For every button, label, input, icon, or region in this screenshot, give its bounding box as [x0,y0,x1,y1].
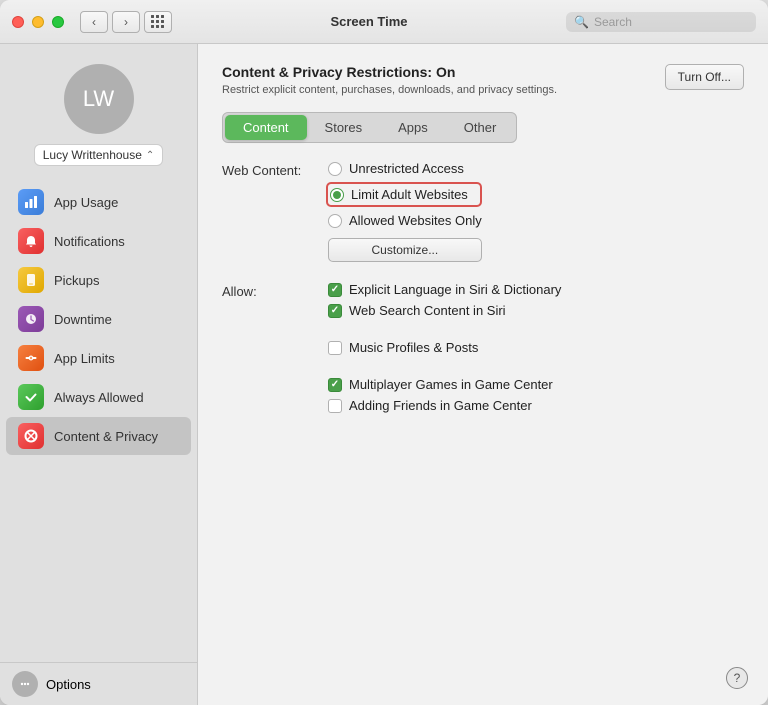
sidebar-item-downtime[interactable]: Downtime [6,300,191,338]
radio-circle-limit-adult [330,188,344,202]
checkbox-music-profiles-box [328,341,342,355]
forward-button[interactable]: › [112,11,140,33]
traffic-lights [12,16,64,28]
radio-group: Unrestricted Access Limit Adult Websites… [328,161,482,262]
search-input[interactable] [594,15,734,29]
restrictions-description: Restrict explicit content, purchases, do… [222,84,557,96]
always-allowed-icon [18,384,44,410]
checkbox-multiplayer-games[interactable]: Multiplayer Games in Game Center [328,377,561,392]
content-header-left: Content & Privacy Restrictions: On Restr… [222,64,557,96]
radio-label-unrestricted: Unrestricted Access [349,161,464,176]
checkbox-music-profiles-label: Music Profiles & Posts [349,340,478,355]
app-usage-icon [18,189,44,215]
radio-limit-adult[interactable]: Limit Adult Websites [326,182,482,207]
checkbox-adding-friends-box [328,399,342,413]
titlebar: ‹ › Screen Time 🔍 [0,0,768,44]
checkbox-web-search[interactable]: Web Search Content in Siri [328,303,561,318]
main-window: ‹ › Screen Time 🔍 LW Lucy Writtenhouse ⌃ [0,0,768,705]
tabs-row: Content Stores Apps Other [222,112,517,143]
notifications-icon [18,228,44,254]
checkbox-music-profiles[interactable]: Music Profiles & Posts [328,340,561,355]
sidebar-nav: App Usage Notifications [0,178,197,662]
sidebar-item-label: Pickups [54,273,100,288]
search-icon: 🔍 [574,15,589,29]
tab-other[interactable]: Other [446,115,515,140]
search-bar[interactable]: 🔍 [566,12,756,32]
grid-icon [151,15,165,29]
sidebar-item-label: Always Allowed [54,390,144,405]
chevron-down-icon: ⌃ [146,150,154,161]
options-label: Options [46,677,91,692]
app-limits-icon [18,345,44,371]
checkbox-multiplayer-games-label: Multiplayer Games in Game Center [349,377,553,392]
radio-label-limit-adult: Limit Adult Websites [351,187,468,202]
help-button[interactable]: ? [726,667,748,689]
sidebar-item-label: Content & Privacy [54,429,158,444]
radio-allowed-only[interactable]: Allowed Websites Only [328,213,482,228]
checkbox-multiplayer-games-box [328,378,342,392]
tab-apps[interactable]: Apps [380,115,446,140]
user-section: LW Lucy Writtenhouse ⌃ [0,44,197,178]
sidebar-item-label: App Limits [54,351,115,366]
allow-label: Allow: [222,282,312,413]
web-content-label: Web Content: [222,161,312,262]
turn-off-button[interactable]: Turn Off... [665,64,744,90]
checkbox-explicit-language[interactable]: Explicit Language in Siri & Dictionary [328,282,561,297]
radio-circle-allowed-only [328,214,342,228]
checkbox-web-search-label: Web Search Content in Siri [349,303,506,318]
checkbox-adding-friends-label: Adding Friends in Game Center [349,398,532,413]
sidebar-item-label: Downtime [54,312,112,327]
user-selector[interactable]: Lucy Writtenhouse ⌃ [34,144,164,166]
checkbox-explicit-language-label: Explicit Language in Siri & Dictionary [349,282,561,297]
restrictions-title: Content & Privacy Restrictions: On [222,64,557,80]
window-title: Screen Time [172,14,566,29]
downtime-icon [18,306,44,332]
options-icon [12,671,38,697]
sidebar-item-content-privacy[interactable]: Content & Privacy [6,417,191,455]
sidebar-item-app-limits[interactable]: App Limits [6,339,191,377]
back-button[interactable]: ‹ [80,11,108,33]
sidebar-item-always-allowed[interactable]: Always Allowed [6,378,191,416]
sidebar-item-app-usage[interactable]: App Usage [6,183,191,221]
allow-section: Allow: Explicit Language in Siri & Dicti… [222,282,744,413]
content-privacy-icon [18,423,44,449]
nav-buttons: ‹ › [80,11,140,33]
allow-options: Explicit Language in Siri & Dictionary W… [328,282,561,413]
sidebar-item-notifications[interactable]: Notifications [6,222,191,260]
sidebar: LW Lucy Writtenhouse ⌃ Ap [0,44,198,705]
checkbox-web-search-box [328,304,342,318]
tab-stores[interactable]: Stores [307,115,381,140]
grid-button[interactable] [144,11,172,33]
avatar: LW [64,64,134,134]
radio-unrestricted[interactable]: Unrestricted Access [328,161,482,176]
web-content-section: Web Content: Unrestricted Access Limit A… [222,161,744,262]
main-layout: LW Lucy Writtenhouse ⌃ Ap [0,44,768,705]
content-header: Content & Privacy Restrictions: On Restr… [222,64,744,96]
sidebar-item-label: Notifications [54,234,125,249]
checkbox-explicit-language-box [328,283,342,297]
checkbox-adding-friends[interactable]: Adding Friends in Game Center [328,398,561,413]
sidebar-options[interactable]: Options [0,662,197,705]
maximize-button[interactable] [52,16,64,28]
pickups-icon [18,267,44,293]
user-name: Lucy Writtenhouse [43,148,142,162]
radio-label-allowed-only: Allowed Websites Only [349,213,482,228]
sidebar-item-label: App Usage [54,195,118,210]
radio-circle-unrestricted [328,162,342,176]
customize-button[interactable]: Customize... [328,238,482,262]
content-area: Content & Privacy Restrictions: On Restr… [198,44,768,705]
minimize-button[interactable] [32,16,44,28]
sidebar-item-pickups[interactable]: Pickups [6,261,191,299]
close-button[interactable] [12,16,24,28]
tab-content[interactable]: Content [225,115,307,140]
